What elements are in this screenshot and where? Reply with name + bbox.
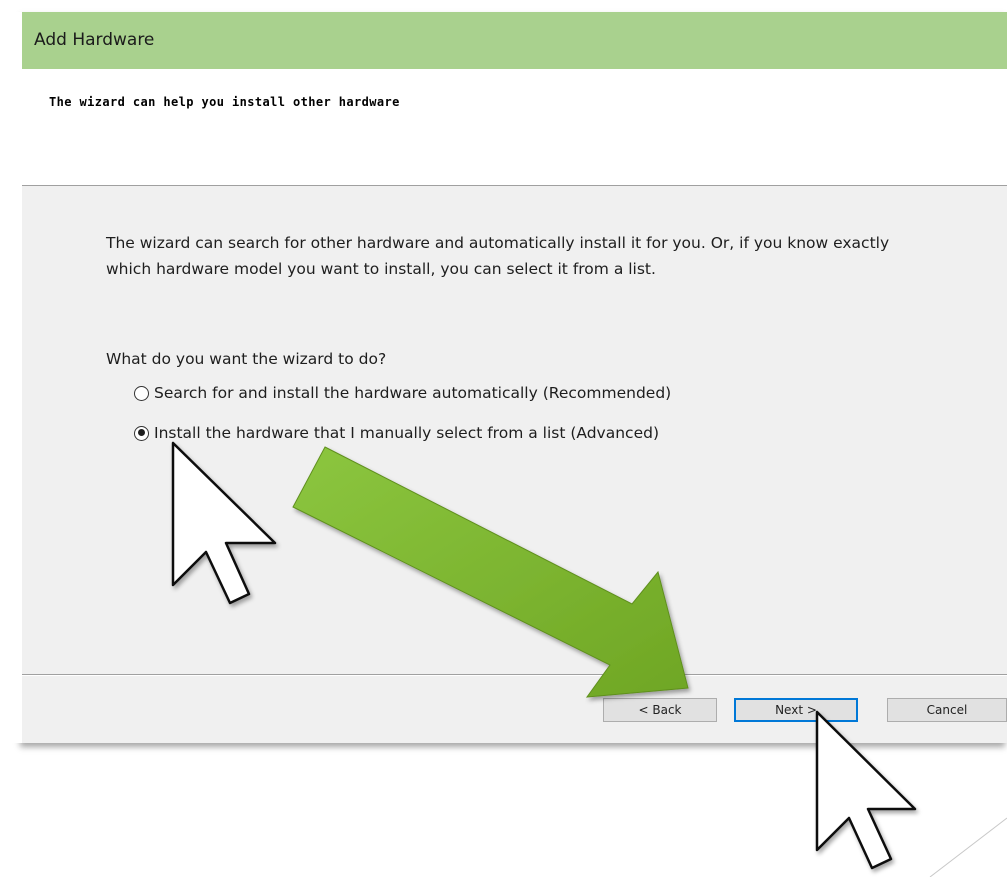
page-margin	[0, 12, 22, 743]
title-bar[interactable]: Add Hardware	[22, 12, 1007, 69]
add-hardware-dialog: Add Hardware The wizard can help you ins…	[22, 12, 1007, 743]
wizard-body: The wizard can search for other hardware…	[22, 186, 1007, 686]
next-button[interactable]: Next >	[734, 698, 858, 722]
radio-button-checked[interactable]	[134, 425, 149, 441]
wizard-header: The wizard can help you install other ha…	[22, 69, 1007, 186]
radio-option-label: Search for and install the hardware auto…	[154, 384, 672, 402]
radio-button-unchecked[interactable]	[134, 385, 149, 401]
wizard-description: The wizard can search for other hardware…	[106, 234, 890, 278]
footer-divider-highlight	[22, 675, 1007, 676]
window-title: Add Hardware	[34, 30, 155, 50]
wizard-question: What do you want the wizard to do?	[106, 350, 387, 368]
radio-option-label: Install the hardware that I manually sel…	[154, 424, 659, 442]
radio-option-search-automatically[interactable]: Search for and install the hardware auto…	[134, 384, 671, 402]
back-button[interactable]: < Back	[603, 698, 717, 722]
stage: Add Hardware The wizard can help you ins…	[0, 0, 1007, 877]
radio-option-manual-select[interactable]: Install the hardware that I manually sel…	[134, 424, 659, 442]
decorative-line	[929, 817, 1007, 877]
wizard-header-text: The wizard can help you install other ha…	[49, 95, 400, 109]
cancel-button[interactable]: Cancel	[887, 698, 1007, 722]
